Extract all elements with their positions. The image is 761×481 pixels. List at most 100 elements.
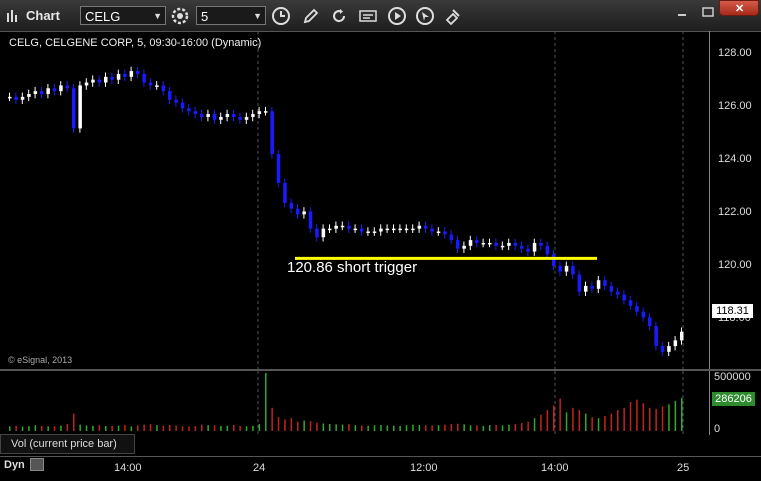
- volume-bar: [354, 425, 357, 431]
- volume-bar: [591, 417, 593, 431]
- candle-body: [168, 91, 172, 100]
- volume-bar: [124, 424, 126, 431]
- play-icon[interactable]: [387, 6, 407, 26]
- volume-chart[interactable]: [0, 371, 709, 434]
- candle-body: [283, 182, 287, 203]
- close-button[interactable]: ✕: [719, 0, 759, 16]
- volume-bar: [399, 425, 401, 431]
- candle-body: [449, 234, 454, 241]
- clock-icon[interactable]: [271, 6, 291, 26]
- volume-bar: [316, 422, 318, 431]
- candle-body: [129, 71, 134, 77]
- candle-body: [379, 228, 383, 232]
- volume-bar: [495, 424, 497, 431]
- volume-bar: [514, 424, 517, 431]
- candle-body: [65, 85, 70, 89]
- refresh-icon[interactable]: [329, 6, 349, 26]
- candle-body: [404, 228, 409, 231]
- chevron-down-icon[interactable]: ▼: [253, 7, 262, 26]
- time-tick-label: 25: [677, 462, 690, 474]
- candle-body: [622, 294, 626, 301]
- candle-body: [552, 254, 556, 266]
- volume-bar: [284, 419, 286, 431]
- volume-bar: [92, 425, 94, 431]
- candle-body: [14, 96, 18, 100]
- volume-bar: [681, 397, 683, 431]
- price-tick-label: 120.00: [718, 259, 752, 271]
- candle-body: [251, 114, 255, 117]
- link-icon[interactable]: [443, 6, 463, 26]
- candle-body: [398, 228, 402, 231]
- volume-bar: [245, 426, 248, 431]
- interval-input[interactable]: 5 ▼: [196, 6, 266, 25]
- volume-bar: [636, 399, 638, 431]
- volume-bar: [175, 425, 177, 431]
- volume-bar: [418, 424, 421, 431]
- volume-bar: [258, 424, 261, 431]
- volume-bar: [66, 424, 69, 431]
- symbol-input[interactable]: CELG ▼: [80, 6, 166, 25]
- candle-body: [123, 73, 127, 77]
- candle-body: [385, 228, 390, 231]
- candle-body: [264, 111, 268, 113]
- settings-gear-icon[interactable]: [170, 6, 190, 26]
- volume-bar: [329, 424, 331, 431]
- candle-body: [411, 228, 415, 231]
- candle-body: [20, 96, 25, 100]
- minimize-button[interactable]: [671, 5, 693, 17]
- volume-bar: [655, 408, 657, 431]
- volume-bar: [220, 425, 222, 431]
- volume-bar: [34, 425, 37, 431]
- volume-bar: [277, 417, 280, 431]
- candle-body: [200, 114, 204, 117]
- candle-body: [539, 242, 543, 246]
- chevron-down-icon[interactable]: ▼: [153, 7, 162, 26]
- candle-body: [296, 208, 300, 215]
- candle-body: [584, 285, 588, 292]
- volume-bar: [213, 425, 216, 431]
- volume-bar: [290, 418, 293, 431]
- symbol-value: CELG: [85, 9, 121, 24]
- candle-body: [596, 280, 601, 289]
- candle-body: [219, 116, 223, 120]
- candle-body: [558, 265, 562, 272]
- candle-body: [91, 79, 95, 83]
- volume-bar: [9, 426, 11, 431]
- candle-body: [436, 231, 441, 234]
- maximize-button[interactable]: [697, 5, 719, 17]
- volume-bar: [207, 425, 209, 431]
- candle-body: [116, 73, 121, 80]
- volume-bar: [431, 425, 433, 431]
- volume-bar: [98, 425, 101, 431]
- volume-bar: [201, 424, 203, 431]
- candle-body: [257, 111, 262, 115]
- volume-legend[interactable]: Vol (current price bar): [0, 434, 135, 454]
- volume-bar: [540, 414, 542, 431]
- cursor-icon[interactable]: [415, 6, 435, 26]
- volume-bar: [559, 398, 561, 431]
- scale-mode-icon[interactable]: [30, 458, 44, 471]
- candle-body: [660, 346, 665, 352]
- chart-toolbar: Chart CELG ▼ 5 ▼ ✕: [0, 0, 761, 32]
- candle-body: [577, 274, 582, 292]
- price-chart[interactable]: [0, 31, 709, 369]
- volume-bar: [239, 426, 241, 431]
- candle-body: [27, 94, 31, 97]
- candle-body: [628, 300, 633, 306]
- copyright-text: © eSignal, 2013: [8, 355, 73, 365]
- volume-bar: [15, 425, 17, 431]
- volume-bar: [188, 426, 190, 431]
- quote-icon[interactable]: [358, 6, 378, 26]
- candle-body: [206, 114, 210, 117]
- candle-body: [78, 85, 82, 129]
- pencil-icon[interactable]: [301, 6, 321, 26]
- candle-body: [648, 317, 652, 327]
- candle-body: [72, 88, 76, 129]
- volume-bar: [105, 426, 107, 431]
- volume-bar: [578, 410, 581, 431]
- candle-body: [616, 291, 620, 295]
- volume-bar: [149, 424, 152, 431]
- candle-body: [372, 231, 377, 234]
- time-tick-label: 12:00: [410, 462, 438, 474]
- volume-bar: [137, 425, 139, 431]
